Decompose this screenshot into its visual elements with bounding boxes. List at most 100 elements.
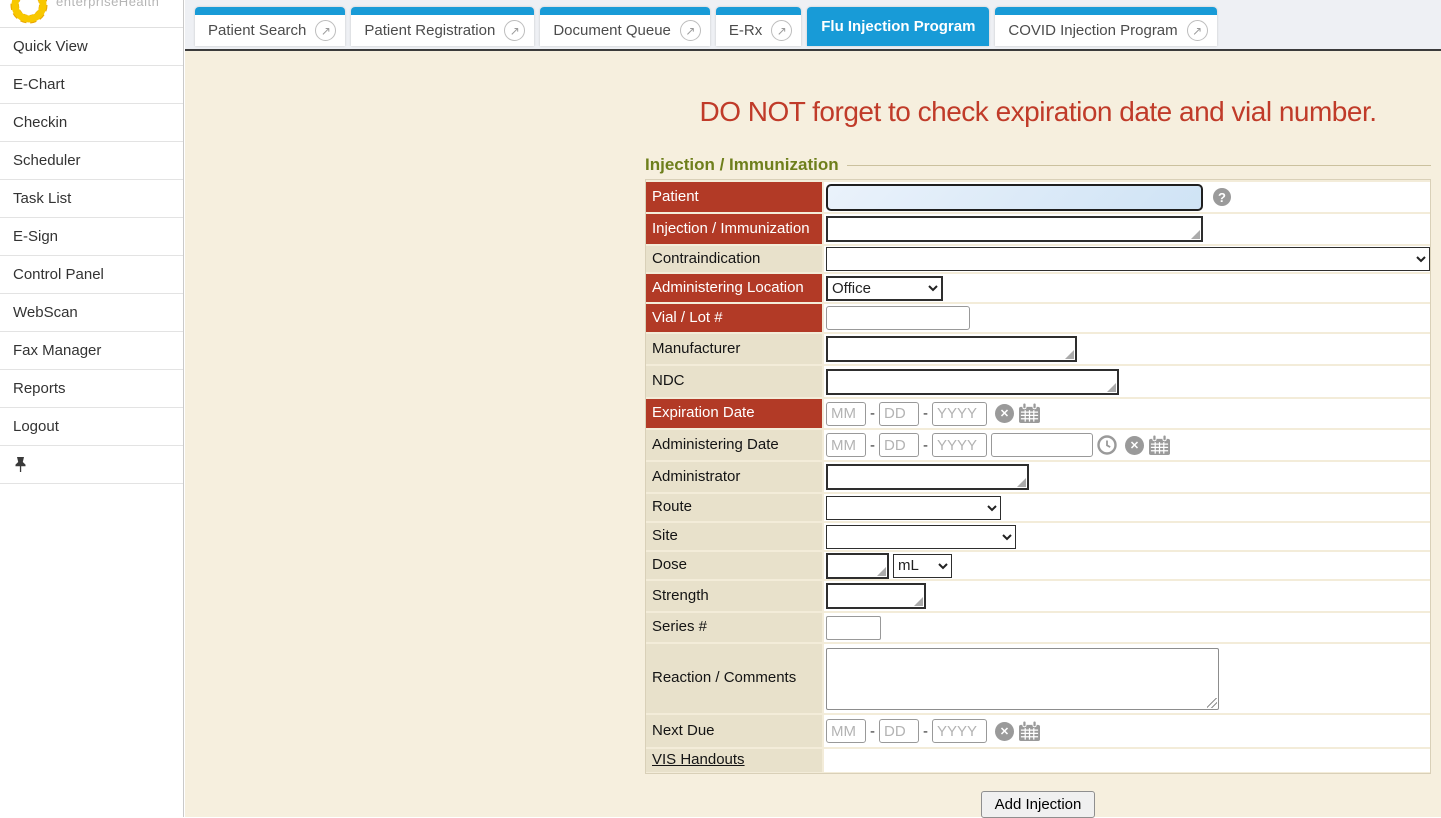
launch-arrow-icon[interactable]: ↗: [771, 20, 792, 41]
next-due-year-input[interactable]: [932, 719, 987, 743]
sidebar-item-webscan[interactable]: WebScan: [0, 294, 183, 332]
sidebar-item-e-chart[interactable]: E-Chart: [0, 66, 183, 104]
clear-date-icon[interactable]: ✕: [995, 404, 1014, 423]
form-legend: Injection / Immunization: [645, 155, 839, 175]
sidebar-pin-button[interactable]: [0, 446, 183, 484]
dose-input[interactable]: [826, 553, 889, 579]
tab-e-rx[interactable]: E-Rx ↗: [716, 7, 801, 46]
sidebar-item-reports[interactable]: Reports: [0, 370, 183, 408]
program-tab-bar: Patient Search ↗ Patient Registration ↗ …: [185, 0, 1441, 51]
launch-arrow-icon[interactable]: ↗: [315, 20, 336, 41]
reaction-comments-label: Reaction / Comments: [646, 644, 822, 713]
vis-handouts-link[interactable]: VIS Handouts: [652, 752, 745, 769]
tab-patient-search[interactable]: Patient Search ↗: [195, 7, 345, 46]
next-due-day-input[interactable]: [879, 719, 919, 743]
administering-time-input[interactable]: [991, 433, 1093, 457]
route-label: Route: [646, 494, 822, 521]
tab-accent-strip: [351, 7, 534, 15]
tab-accent-strip: [995, 7, 1216, 15]
injection-input[interactable]: [826, 216, 1203, 242]
tab-accent-strip: [195, 7, 345, 15]
tab-accent-strip: [716, 7, 801, 15]
sidebar-item-e-sign[interactable]: E-Sign: [0, 218, 183, 256]
tab-label: COVID Injection Program: [1008, 22, 1177, 39]
row-administrator: Administrator: [646, 462, 1430, 492]
administering-day-input[interactable]: [879, 433, 919, 457]
patient-label: Patient: [646, 182, 822, 212]
strength-input[interactable]: [826, 583, 926, 609]
date-separator: -: [923, 405, 928, 422]
reaction-comments-textarea[interactable]: [826, 648, 1219, 710]
tab-flu-injection-program[interactable]: Flu Injection Program: [807, 7, 989, 46]
row-reaction-comments: Reaction / Comments: [646, 644, 1430, 713]
ndc-input[interactable]: [826, 369, 1119, 395]
row-administering-location: Administering Location Office: [646, 274, 1430, 302]
vial-lot-input[interactable]: [826, 306, 970, 330]
series-label: Series #: [646, 613, 822, 642]
sidebar-item-fax-manager[interactable]: Fax Manager: [0, 332, 183, 370]
sidebar-item-checkin[interactable]: Checkin: [0, 104, 183, 142]
sidebar-item-task-list[interactable]: Task List: [0, 180, 183, 218]
route-select[interactable]: [826, 496, 1001, 520]
row-patient: Patient ?: [646, 182, 1430, 212]
manufacturer-label: Manufacturer: [646, 334, 822, 364]
row-route: Route: [646, 494, 1430, 521]
sidebar-item-quick-view[interactable]: Quick View: [0, 28, 183, 66]
expiration-date-label: Expiration Date: [646, 399, 822, 428]
tab-label: Patient Search: [208, 22, 306, 39]
launch-arrow-icon[interactable]: ↗: [680, 20, 701, 41]
strength-label: Strength: [646, 581, 822, 611]
clear-date-icon[interactable]: ✕: [995, 722, 1014, 741]
manufacturer-input[interactable]: [826, 336, 1077, 362]
contraindication-select[interactable]: [826, 247, 1430, 271]
administering-location-select[interactable]: Office: [826, 276, 943, 301]
row-ndc: NDC: [646, 366, 1430, 397]
expiration-day-input[interactable]: [879, 402, 919, 426]
sidebar-item-control-panel[interactable]: Control Panel: [0, 256, 183, 294]
launch-arrow-icon[interactable]: ↗: [1187, 20, 1208, 41]
patient-input[interactable]: [826, 184, 1203, 211]
administering-year-input[interactable]: [932, 433, 987, 457]
launch-arrow-icon[interactable]: ↗: [504, 20, 525, 41]
row-next-due: Next Due - - ✕: [646, 715, 1430, 747]
row-contraindication: Contraindication: [646, 246, 1430, 272]
row-administering-date: Administering Date - - ✕: [646, 430, 1430, 460]
tab-covid-injection-program[interactable]: COVID Injection Program ↗: [995, 7, 1216, 46]
ndc-label: NDC: [646, 366, 822, 397]
tab-document-queue[interactable]: Document Queue ↗: [540, 7, 710, 46]
contraindication-label: Contraindication: [646, 246, 822, 272]
administrator-input[interactable]: [826, 464, 1029, 490]
site-select[interactable]: [826, 525, 1016, 549]
calendar-icon[interactable]: [1148, 435, 1171, 456]
sidebar-item-scheduler[interactable]: Scheduler: [0, 142, 183, 180]
expiration-warning-text: DO NOT forget to check expiration date a…: [645, 96, 1431, 128]
calendar-icon[interactable]: [1018, 403, 1041, 424]
help-icon[interactable]: ?: [1213, 188, 1231, 206]
clear-date-icon[interactable]: ✕: [1125, 436, 1144, 455]
logo-area: enterpriseHealth: [0, 0, 183, 28]
sidebar-item-logout[interactable]: Logout: [0, 408, 183, 446]
expiration-month-input[interactable]: [826, 402, 866, 426]
legend-divider: [847, 165, 1431, 166]
add-injection-button[interactable]: Add Injection: [981, 791, 1096, 818]
tab-patient-registration[interactable]: Patient Registration ↗: [351, 7, 534, 46]
row-strength: Strength: [646, 581, 1430, 611]
administering-location-label: Administering Location: [646, 274, 822, 302]
calendar-icon[interactable]: [1018, 721, 1041, 742]
administering-date-label: Administering Date: [646, 430, 822, 460]
clock-icon[interactable]: [1097, 435, 1117, 455]
dose-unit-select[interactable]: mL: [893, 554, 952, 578]
pushpin-icon: [14, 457, 27, 472]
tab-accent-strip: [540, 7, 710, 15]
expiration-year-input[interactable]: [932, 402, 987, 426]
vis-handouts-cell: VIS Handouts: [646, 749, 822, 772]
date-separator: -: [923, 723, 928, 740]
sidebar: enterpriseHealth Quick View E-Chart Chec…: [0, 0, 184, 817]
administering-month-input[interactable]: [826, 433, 866, 457]
next-due-month-input[interactable]: [826, 719, 866, 743]
date-separator: -: [870, 723, 875, 740]
series-input[interactable]: [826, 616, 881, 640]
site-label: Site: [646, 523, 822, 550]
row-vial-lot: Vial / Lot #: [646, 304, 1430, 332]
date-separator: -: [923, 437, 928, 454]
